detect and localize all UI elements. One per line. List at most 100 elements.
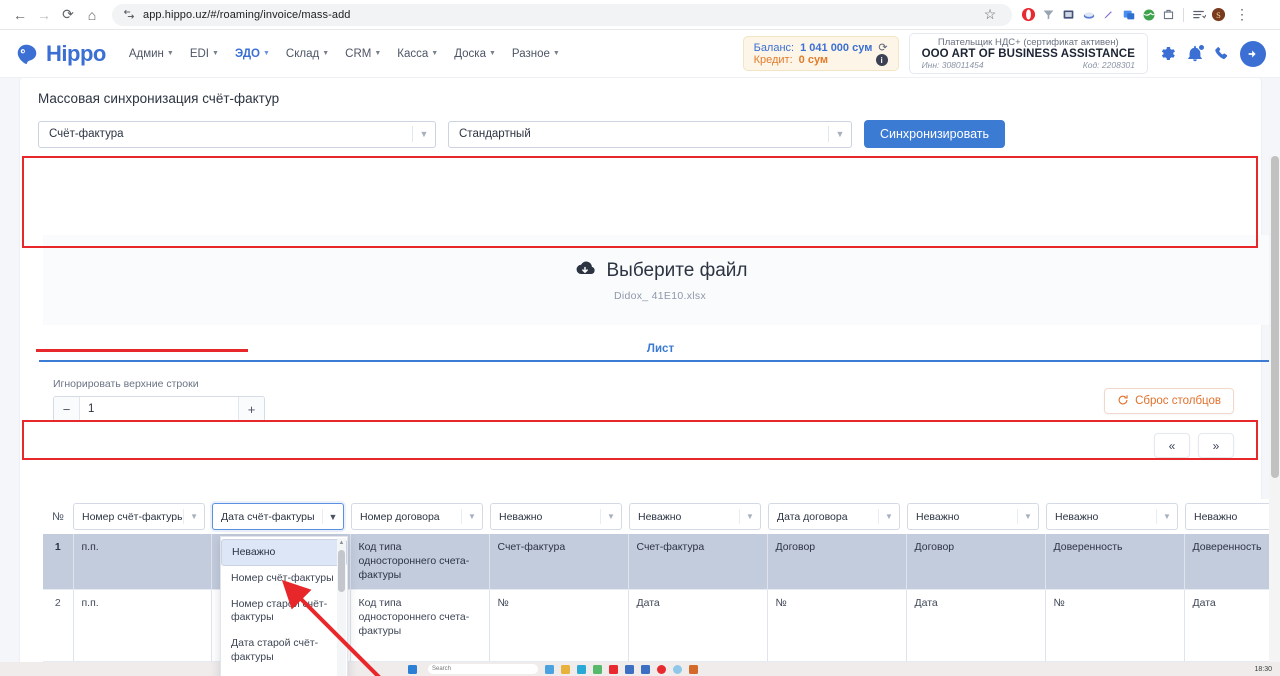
explorer-icon[interactable] [561, 664, 570, 674]
nav-item-doska[interactable]: Доска ▼ [447, 43, 503, 65]
opera-taskbar-icon[interactable] [657, 664, 666, 674]
gear-icon[interactable] [1158, 44, 1177, 63]
browser-menu-icon[interactable]: ⋮ [1230, 3, 1254, 27]
nav-item-edo[interactable]: ЭДО ▼ [228, 43, 277, 65]
translate-icon[interactable] [1120, 6, 1137, 23]
balance-card: Баланс: 1 041 000 сум ⟳ Кредит: 0 сум i [742, 36, 899, 71]
site-settings-icon[interactable] [122, 8, 135, 21]
pen-icon[interactable] [1100, 6, 1117, 23]
brand-logo[interactable]: Hippo [14, 41, 106, 67]
column-map-value: Неважно [916, 510, 960, 523]
pager-prev-button[interactable]: « [1154, 433, 1190, 458]
refresh-balance-icon[interactable]: ⟳ [878, 41, 887, 54]
word-icon[interactable] [625, 664, 634, 674]
windows-start-icon[interactable] [408, 664, 417, 674]
chevron-down-icon[interactable]: ▼ [184, 512, 204, 521]
profile-icon[interactable]: S [1210, 6, 1227, 23]
chevron-down-icon[interactable]: ▼ [879, 512, 899, 521]
store-icon[interactable] [593, 664, 602, 674]
pager-next-button[interactable]: » [1198, 433, 1234, 458]
column-mapping-row: № Номер счёт-фактуры ▼ Дата счёт-фактуры… [43, 499, 1277, 534]
stepper-decrement-button[interactable]: − [54, 397, 80, 421]
table-cell: Счет-фактура [628, 534, 768, 590]
chevron-down-icon[interactable]: ▼ [413, 129, 435, 139]
main-navigation: Админ ▼ EDI ▼ ЭДО ▼ Склад ▼ CRM ▼ Касса ▼ Доск… [122, 43, 567, 65]
home-button[interactable]: ⌂ [80, 3, 104, 27]
chevron-down-icon[interactable]: ▼ [323, 512, 343, 522]
document-type-select[interactable]: Счёт-фактура ▼ [38, 120, 436, 148]
column-map-select-9[interactable]: Неважно [1185, 503, 1277, 530]
nav-item-kassa[interactable]: Касса ▼ [390, 43, 445, 65]
filter-icon[interactable] [1040, 6, 1057, 23]
dropdown-option-contract-number[interactable]: Номер договора [221, 670, 347, 676]
chevron-down-icon[interactable]: ▼ [1157, 512, 1177, 521]
globe-icon[interactable] [1140, 6, 1157, 23]
taskbar-search[interactable]: Search [428, 664, 538, 674]
dropdown-option-old-invoice-number[interactable]: Номер старой счёт-фактуры [221, 592, 347, 631]
svg-text:S: S [1216, 10, 1221, 20]
chrome-icon[interactable] [673, 664, 682, 674]
stepper-increment-button[interactable]: + [238, 397, 264, 421]
column-map-value: Дата счёт-фактуры [221, 510, 315, 523]
table-cell: № [489, 589, 629, 662]
column-map-select-4[interactable]: Неважно ▼ [490, 503, 622, 530]
tab-sheet[interactable]: Лист [647, 343, 674, 355]
column-map-select-7[interactable]: Неважно ▼ [907, 503, 1039, 530]
chevron-down-icon: ▼ [552, 50, 560, 57]
nav-item-edi[interactable]: EDI ▼ [183, 43, 226, 65]
app-icon[interactable] [689, 664, 698, 674]
chevron-down-icon[interactable]: ▼ [740, 512, 760, 521]
column-map-select-3[interactable]: Номер договора ▼ [351, 503, 483, 530]
column-map-select-5[interactable]: Неважно ▼ [629, 503, 761, 530]
phone-icon[interactable] [1213, 45, 1231, 63]
cloud-icon[interactable] [1080, 6, 1097, 23]
column-map-select-1[interactable]: Номер счёт-фактуры ▼ [73, 503, 205, 530]
reload-button[interactable]: ⟳ [56, 3, 80, 27]
chevron-down-icon[interactable]: ▼ [462, 512, 482, 521]
nav-item-admin[interactable]: Админ ▼ [122, 43, 181, 65]
reset-columns-label: Сброс столбцов [1135, 395, 1221, 407]
ignore-rows-input[interactable]: 1 [80, 397, 238, 421]
column-map-select-6[interactable]: Дата договора ▼ [768, 503, 900, 530]
nav-item-raznoe[interactable]: Разное ▼ [505, 43, 567, 65]
dropdown-option-invoice-number[interactable]: Номер счёт-фактуры [221, 566, 347, 592]
dropdown-scrollbar[interactable]: ▲ ▼ [337, 538, 346, 676]
bookmark-star-icon[interactable]: ☆ [978, 3, 1002, 27]
nav-item-sklad[interactable]: Склад ▼ [279, 43, 336, 65]
column-map-select-2[interactable]: Дата счёт-фактуры ▼ [212, 503, 344, 530]
credit-info-icon[interactable]: i [875, 54, 888, 66]
page-scrollbar[interactable] [1269, 156, 1280, 676]
dropzone-title: Выберите файл [606, 260, 748, 281]
dropdown-scroll-thumb[interactable] [338, 550, 345, 592]
chevron-down-icon[interactable]: ▼ [1018, 512, 1038, 521]
chevron-down-icon[interactable]: ▼ [601, 512, 621, 521]
nav-item-crm[interactable]: CRM ▼ [338, 43, 388, 65]
bag-icon[interactable] [1160, 6, 1177, 23]
reset-columns-button[interactable]: Сброс столбцов [1104, 388, 1234, 414]
opera-icon[interactable] [1020, 6, 1037, 23]
back-button[interactable]: ← [8, 3, 32, 27]
synchronize-button[interactable]: Синхронизировать [864, 120, 1005, 148]
taskview-icon[interactable] [545, 664, 554, 674]
pdf-icon[interactable] [609, 664, 618, 674]
chevron-down-icon[interactable]: ▼ [829, 129, 851, 139]
column-map-select-8[interactable]: Неважно ▼ [1046, 503, 1178, 530]
excel-icon[interactable] [641, 664, 650, 674]
dropdown-option-nevazhno[interactable]: Неважно [221, 539, 347, 566]
file-dropzone[interactable]: Выберите файл Didox_ 41E10.xlsx [43, 235, 1277, 325]
address-bar[interactable]: app.hippo.uz/#/roaming/invoice/mass-add … [112, 3, 1012, 27]
bell-icon[interactable] [1186, 43, 1205, 63]
dropdown-option-old-invoice-date[interactable]: Дата старой счёт-фактуры [221, 631, 347, 670]
column-map-dropdown[interactable]: Неважно Номер счёт-фактуры Номер старой … [220, 536, 348, 676]
template-select[interactable]: Стандартный ▼ [448, 120, 852, 148]
scroll-up-icon[interactable]: ▲ [339, 538, 345, 548]
forward-button[interactable]: → [32, 3, 56, 27]
list-icon[interactable] [1190, 6, 1207, 23]
ignore-rows-stepper[interactable]: − 1 + [53, 396, 265, 422]
table-cell: № [767, 589, 907, 662]
film-icon[interactable] [1060, 6, 1077, 23]
chevron-down-icon: ▼ [374, 50, 382, 57]
edge-icon[interactable] [577, 664, 586, 674]
page-scroll-thumb[interactable] [1270, 156, 1279, 478]
logout-button[interactable] [1240, 40, 1266, 67]
